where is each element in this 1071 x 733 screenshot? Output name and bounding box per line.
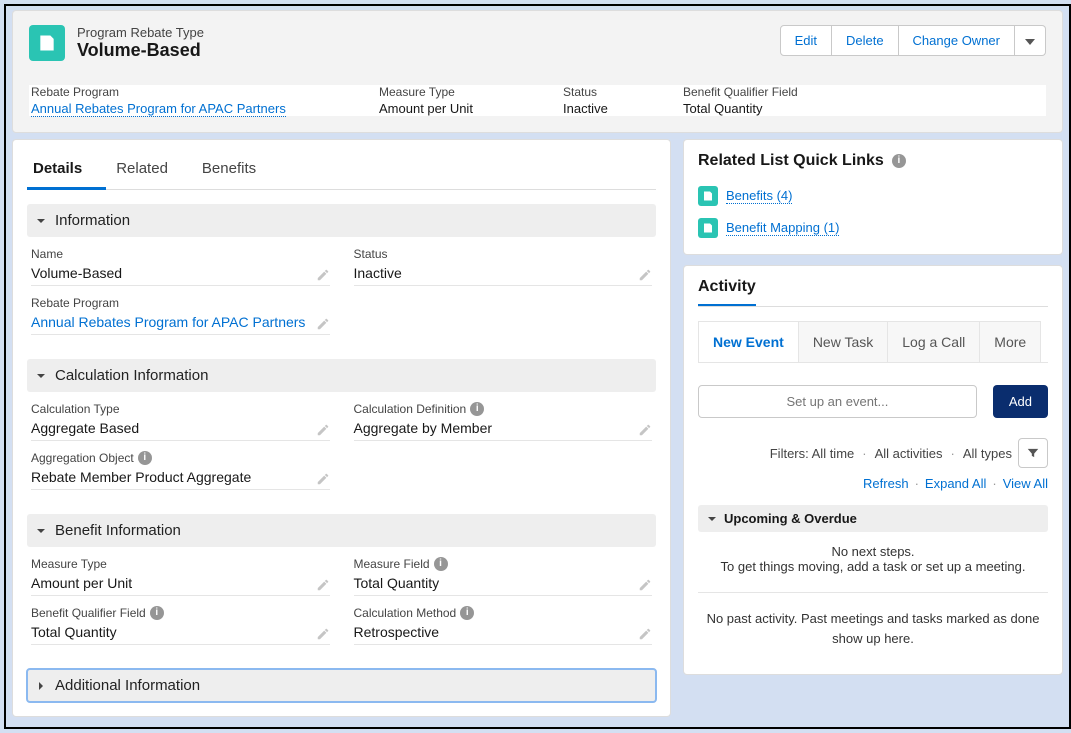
field-measure-type-value: Amount per Unit xyxy=(31,571,330,596)
record-type-icon xyxy=(29,25,65,61)
summary-rebate-program-label: Rebate Program xyxy=(31,85,339,99)
info-icon[interactable]: i xyxy=(892,154,906,168)
quicklink-benefits-link[interactable]: Benefits (4) xyxy=(726,188,792,204)
record-title: Volume-Based xyxy=(77,40,780,61)
summary-row: Rebate Program Annual Rebates Program fo… xyxy=(31,85,1044,116)
tab-benefits[interactable]: Benefits xyxy=(202,150,280,189)
section-calculation[interactable]: Calculation Information xyxy=(27,359,656,392)
info-icon[interactable]: i xyxy=(150,606,164,620)
field-calc-def-value: Aggregate by Member xyxy=(354,416,653,441)
info-icon[interactable]: i xyxy=(470,402,484,416)
edit-measure-type-icon[interactable] xyxy=(316,578,330,592)
field-measure-field-label: Measure Field xyxy=(354,557,430,571)
edit-measure-field-icon[interactable] xyxy=(638,578,652,592)
field-benefit-qualifier-value: Total Quantity xyxy=(31,620,330,645)
field-calc-type-label: Calculation Type xyxy=(31,402,330,416)
related-quick-links-title: Related List Quick Links xyxy=(698,152,884,170)
event-input[interactable] xyxy=(698,385,977,418)
upcoming-title: Upcoming & Overdue xyxy=(724,511,857,526)
section-additional-title: Additional Information xyxy=(55,677,200,694)
section-information[interactable]: Information xyxy=(27,204,656,237)
info-icon[interactable]: i xyxy=(138,451,152,465)
change-owner-button[interactable]: Change Owner xyxy=(899,25,1015,56)
edit-agg-obj-icon[interactable] xyxy=(316,472,330,486)
no-past-activity: No past activity. Past meetings and task… xyxy=(698,593,1048,664)
filter-icon[interactable] xyxy=(1018,438,1048,468)
delete-button[interactable]: Delete xyxy=(832,25,899,56)
tab-details[interactable]: Details xyxy=(27,150,106,190)
quicklink-benefits: Benefits (4) xyxy=(698,180,1048,212)
details-panel: Details Related Benefits Information Nam… xyxy=(12,139,671,717)
upcoming-header[interactable]: Upcoming & Overdue xyxy=(698,505,1048,532)
field-measure-type-label: Measure Type xyxy=(31,557,330,571)
tab-related[interactable]: Related xyxy=(116,150,192,189)
filter-types: All types xyxy=(963,446,1012,461)
record-header: Program Rebate Type Volume-Based Edit De… xyxy=(12,10,1063,133)
edit-button[interactable]: Edit xyxy=(780,25,832,56)
info-icon[interactable]: i xyxy=(434,557,448,571)
view-all-link[interactable]: View All xyxy=(1003,476,1048,491)
edit-rebate-program-icon[interactable] xyxy=(316,317,330,331)
activity-title: Activity xyxy=(698,278,756,306)
summary-status-value: Inactive xyxy=(563,101,643,116)
tab-new-task[interactable]: New Task xyxy=(798,321,888,362)
field-benefit-qualifier-label: Benefit Qualifier Field xyxy=(31,606,146,620)
edit-name-icon[interactable] xyxy=(316,268,330,282)
tab-new-event[interactable]: New Event xyxy=(698,321,799,362)
section-information-title: Information xyxy=(55,212,130,229)
field-calc-type-value: Aggregate Based xyxy=(31,416,330,441)
quicklink-benefit-mapping-link[interactable]: Benefit Mapping (1) xyxy=(726,220,839,236)
field-agg-obj-label: Aggregation Object xyxy=(31,451,134,465)
summary-measure-type-value: Amount per Unit xyxy=(379,101,523,116)
tab-more[interactable]: More xyxy=(979,321,1041,362)
add-button[interactable]: Add xyxy=(993,385,1048,418)
activity-card: Activity New Event New Task Log a Call M… xyxy=(683,265,1063,675)
upcoming-body: No next steps. To get things moving, add… xyxy=(698,532,1048,593)
field-calc-method-label: Calculation Method xyxy=(354,606,457,620)
field-status-value: Inactive xyxy=(354,261,653,286)
filter-activities: All activities xyxy=(875,446,943,461)
record-tabs: Details Related Benefits xyxy=(27,150,656,190)
file-icon xyxy=(698,186,718,206)
quicklink-benefit-mapping: Benefit Mapping (1) xyxy=(698,212,1048,244)
summary-benefit-qualifier-label: Benefit Qualifier Field xyxy=(683,85,1004,99)
no-next-2: To get things moving, add a task or set … xyxy=(704,559,1042,574)
field-agg-obj-value: Rebate Member Product Aggregate xyxy=(31,465,330,490)
activity-subtabs: New Event New Task Log a Call More xyxy=(698,321,1048,363)
field-name-label: Name xyxy=(31,247,330,261)
section-additional[interactable]: Additional Information xyxy=(27,669,656,702)
edit-calc-def-icon[interactable] xyxy=(638,423,652,437)
field-rebate-program-label: Rebate Program xyxy=(31,296,330,310)
summary-status-label: Status xyxy=(563,85,643,99)
file-icon xyxy=(698,218,718,238)
section-benefit-title: Benefit Information xyxy=(55,522,181,539)
field-measure-field-value: Total Quantity xyxy=(354,571,653,596)
summary-benefit-qualifier-value: Total Quantity xyxy=(683,101,1004,116)
edit-calc-type-icon[interactable] xyxy=(316,423,330,437)
refresh-link[interactable]: Refresh xyxy=(863,476,909,491)
field-name-value: Volume-Based xyxy=(31,261,330,286)
related-quick-links-card: Related List Quick Links i Benefits (4) … xyxy=(683,139,1063,255)
filter-time: Filters: All time xyxy=(770,446,855,461)
no-next-1: No next steps. xyxy=(704,544,1042,559)
edit-status-icon[interactable] xyxy=(638,268,652,282)
expand-all-link[interactable]: Expand All xyxy=(925,476,986,491)
tab-log-call[interactable]: Log a Call xyxy=(887,321,980,362)
more-actions-button[interactable] xyxy=(1015,25,1046,56)
info-icon[interactable]: i xyxy=(460,606,474,620)
summary-rebate-program-link[interactable]: Annual Rebates Program for APAC Partners xyxy=(31,101,286,117)
field-calc-method-value: Retrospective xyxy=(354,620,653,645)
section-benefit[interactable]: Benefit Information xyxy=(27,514,656,547)
record-subtitle: Program Rebate Type xyxy=(77,25,780,40)
summary-measure-type-label: Measure Type xyxy=(379,85,523,99)
edit-calc-method-icon[interactable] xyxy=(638,627,652,641)
field-calc-def-label: Calculation Definition xyxy=(354,402,467,416)
header-actions: Edit Delete Change Owner xyxy=(780,25,1046,56)
field-rebate-program-link[interactable]: Annual Rebates Program for APAC Partners xyxy=(31,314,305,330)
field-status-label: Status xyxy=(354,247,653,261)
edit-benefit-qualifier-icon[interactable] xyxy=(316,627,330,641)
section-calculation-title: Calculation Information xyxy=(55,367,208,384)
